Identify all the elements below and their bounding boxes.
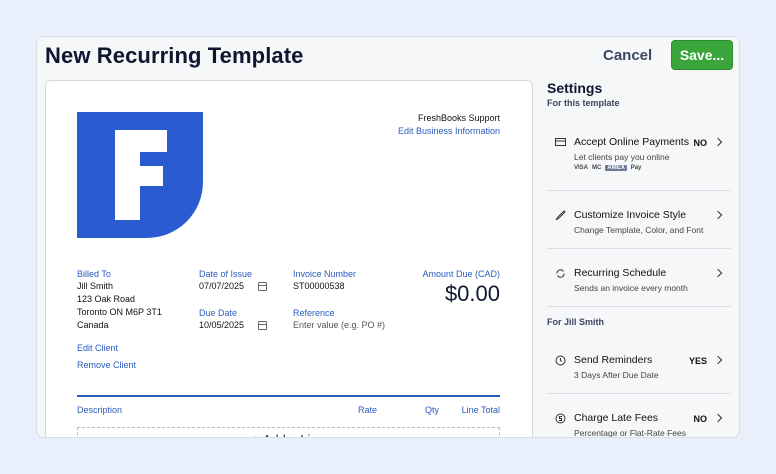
add-line-button[interactable]: + Add a Line (77, 427, 500, 437)
due-date-field[interactable]: 10/05/2025 (199, 320, 267, 331)
apple-pay-icon: Pay (630, 165, 642, 171)
column-rate: Rate (358, 405, 378, 415)
setting-desc: Let clients pay you online (574, 152, 670, 162)
date-of-issue-value: 07/07/2025 (199, 281, 245, 291)
setting-status: NO (693, 138, 708, 148)
mastercard-icon: MC (592, 165, 602, 171)
remove-client-link[interactable]: Remove Client (77, 360, 162, 370)
setting-name: Recurring Schedule (574, 267, 667, 279)
brush-icon (555, 210, 566, 221)
payment-icon (555, 138, 566, 146)
payment-card-icons: VISA MC AMEX Pay (574, 165, 641, 171)
amount-due-value: $0.00 (444, 281, 500, 306)
setting-send-reminders[interactable]: Send Reminders 3 Days After Due Date YES (547, 336, 731, 394)
billed-to-block: Billed To Jill Smith 123 Oak Road Toront… (77, 269, 162, 370)
reference-label: Reference (293, 308, 335, 318)
settings-panel: Settings For this template Accept Online… (547, 80, 731, 438)
dollar-icon (555, 413, 566, 424)
calendar-icon[interactable] (258, 321, 267, 330)
freshbooks-logo[interactable] (77, 112, 203, 238)
column-description: Description (77, 405, 123, 415)
settings-title: Settings (547, 80, 603, 96)
amount-due-label: Amount Due (CAD) (422, 269, 500, 279)
refresh-icon (556, 269, 565, 278)
setting-status: YES (688, 356, 707, 366)
setting-name: Customize Invoice Style (574, 209, 687, 221)
template-section-header: For this template (547, 98, 620, 108)
reference-input[interactable]: Enter value (e.g. PO #) (293, 320, 385, 330)
amex-icon: AMEX (605, 165, 627, 171)
billed-to-label: Billed To (77, 269, 111, 279)
invoice-number-value[interactable]: ST00000538 (293, 281, 385, 292)
setting-desc: Percentage or Flat-Rate Fees (574, 428, 686, 438)
date-of-issue-field[interactable]: 07/07/2025 (199, 281, 267, 292)
setting-charge-late-fees[interactable]: Charge Late Fees Percentage or Flat-Rate… (547, 394, 731, 438)
calendar-icon[interactable] (258, 282, 267, 291)
template-editor-window: New Recurring Template Cancel Save... Fr… (36, 36, 740, 438)
setting-name: Charge Late Fees (574, 412, 659, 424)
setting-name: Send Reminders (574, 354, 653, 366)
chevron-right-icon (713, 268, 723, 278)
setting-name: Accept Online Payments (574, 136, 689, 148)
save-button[interactable]: Save... (671, 40, 733, 70)
visa-icon: VISA (574, 165, 589, 171)
invoice-preview: FreshBooks Support Edit Business Informa… (45, 80, 533, 437)
amount-due-block: Amount Due (CAD) $0.00 (422, 269, 500, 307)
chevron-right-icon (713, 413, 723, 423)
column-qty: Qty (425, 405, 440, 415)
edit-business-link[interactable]: Edit Business Information (398, 126, 500, 136)
date-of-issue-block: Date of Issue 07/07/2025 Due Date 10/05/… (199, 269, 267, 331)
client-section-header: For Jill Smith (547, 317, 605, 327)
due-date-label: Due Date (199, 308, 238, 318)
setting-accept-online-payments[interactable]: Accept Online Payments Let clients pay y… (547, 118, 731, 191)
setting-customize-invoice-style[interactable]: Customize Invoice Style Change Template,… (547, 191, 731, 249)
due-date-value: 10/05/2025 (199, 320, 245, 330)
line-items-divider (77, 395, 500, 397)
invoice-number-label: Invoice Number (293, 269, 357, 279)
date-of-issue-label: Date of Issue (199, 269, 253, 279)
client-country: Canada (77, 320, 109, 330)
business-name: FreshBooks Support (417, 113, 500, 123)
edit-client-link[interactable]: Edit Client (77, 343, 162, 353)
client-name: Jill Smith (77, 281, 114, 291)
chevron-right-icon (713, 355, 723, 365)
chevron-right-icon (713, 210, 723, 220)
setting-status: NO (693, 414, 708, 424)
setting-recurring-schedule[interactable]: Recurring Schedule Sends an invoice ever… (547, 249, 731, 307)
invoice-number-block: Invoice Number ST00000538 Reference Ente… (293, 269, 385, 330)
setting-desc: Change Template, Color, and Font (574, 225, 704, 235)
setting-desc: Sends an invoice every month (574, 283, 688, 293)
setting-desc: 3 Days After Due Date (574, 370, 659, 380)
client-address-line1: 123 Oak Road (77, 294, 136, 304)
page-title: New Recurring Template (45, 43, 304, 68)
column-line-total: Line Total (461, 405, 500, 415)
cancel-button[interactable]: Cancel (603, 47, 652, 64)
clock-icon (555, 355, 566, 366)
client-address-line2: Toronto ON M6P 3T1 (77, 307, 162, 317)
chevron-right-icon (713, 137, 723, 147)
business-info: FreshBooks Support Edit Business Informa… (398, 113, 500, 136)
